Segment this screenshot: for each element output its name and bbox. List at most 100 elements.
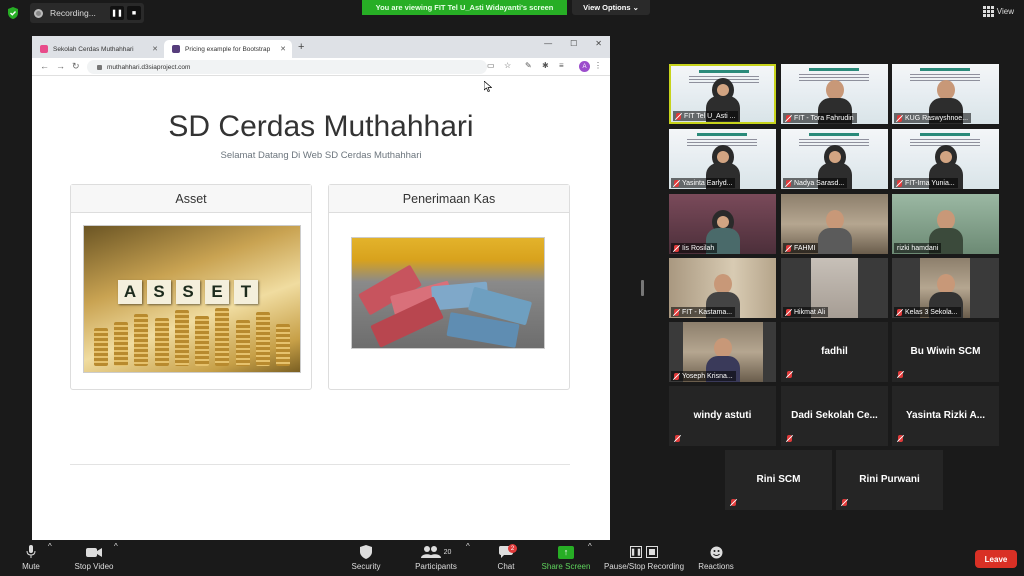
participant-tile[interactable]: Yasinta Rizki A... — [892, 386, 999, 446]
participants-chevron-icon[interactable]: ^ — [466, 542, 470, 551]
participant-tile[interactable]: Nadya Sarasd... — [781, 129, 888, 189]
close-window-icon[interactable]: ✕ — [595, 39, 602, 48]
muted-mic-icon — [786, 179, 791, 187]
pause-stop-recording-button[interactable]: ❚❚ Pause/Stop Recording — [602, 542, 686, 571]
participant-name-label: Nadya Sarasd... — [783, 178, 848, 188]
muted-mic-icon — [675, 435, 680, 442]
share-screen-button[interactable]: ↑ Share Screen — [540, 542, 592, 571]
participant-tile[interactable]: Rini SCM — [725, 450, 832, 510]
mute-button[interactable]: Mute — [20, 542, 42, 571]
participant-tile[interactable]: FIT - Kastama... — [669, 258, 776, 318]
card-header: Penerimaan Kas — [329, 185, 569, 213]
reactions-button[interactable]: Reactions — [697, 542, 735, 571]
browser-tab-bootstrap[interactable]: Pricing example for Bootstrap ✕ — [164, 40, 292, 58]
panel-resize-handle[interactable] — [641, 280, 644, 296]
menu-kebab-icon[interactable]: ⋮ — [594, 61, 602, 70]
muted-mic-icon — [676, 112, 681, 120]
security-label: Security — [351, 562, 381, 571]
participant-tile[interactable]: Yoseph Krisna... — [669, 322, 776, 382]
tab-title: Sekolah Cerdas Muthahhari — [53, 45, 134, 53]
participant-name-label: rizki hamdani — [894, 243, 942, 253]
participant-tile[interactable]: KUG Raswyshnoe... — [892, 64, 999, 124]
asset-image: A S S E T — [83, 225, 301, 373]
site-favicon-icon — [40, 45, 48, 53]
participant-name-label: KUG Raswyshnoe... — [894, 113, 972, 123]
participant-tile[interactable]: Yasinta Earlyd... — [669, 129, 776, 189]
new-tab-icon[interactable]: + — [298, 41, 304, 53]
participant-name-label: Iis Rosilah — [671, 243, 718, 253]
participants-label: Participants — [415, 562, 457, 571]
recording-dot-icon — [34, 8, 43, 18]
participant-tile[interactable]: windy astuti — [669, 386, 776, 446]
participant-tile[interactable]: Dadi Sekolah Ce... — [781, 386, 888, 446]
microphone-icon — [26, 542, 36, 562]
tile-letter: E — [205, 280, 229, 304]
participant-tile[interactable]: Bu Wiwin SCM — [892, 322, 999, 382]
participant-tile[interactable]: Kelas 3 Sekola... — [892, 258, 999, 318]
profile-avatar[interactable]: A — [579, 61, 590, 72]
window-controls: — ☐ ✕ — [544, 39, 602, 48]
url-field[interactable]: muthahhari.d3siaproject.com — [87, 60, 487, 74]
participant-tile[interactable]: fadhil — [781, 322, 888, 382]
recording-label: Recording... — [50, 8, 96, 18]
stop-recording-icon[interactable]: ■ — [127, 6, 141, 20]
view-options-button[interactable]: View Options ⌄ — [572, 0, 650, 15]
participant-tile[interactable]: FIT Tel U_Asti ... — [669, 64, 776, 124]
forward-icon[interactable]: → — [56, 61, 65, 71]
back-icon[interactable]: ← — [40, 61, 49, 71]
audio-options-chevron-icon[interactable]: ^ — [48, 542, 52, 551]
pause-stop-icon: ❚❚ — [630, 542, 658, 562]
participant-name-label: FIT - Tora Fahrudin — [783, 113, 857, 123]
muted-mic-icon — [898, 435, 903, 442]
extension-icon[interactable]: ✎ — [525, 61, 532, 70]
tile-letter: S — [147, 280, 171, 304]
leave-meeting-button[interactable]: Leave — [975, 550, 1017, 568]
participant-tile[interactable]: Iis Rosilah — [669, 194, 776, 254]
pause-recording-icon[interactable]: ❚❚ — [110, 6, 124, 20]
penerimaan-kas-card[interactable]: Penerimaan Kas — [328, 184, 570, 390]
web-page: SD Cerdas Muthahhari Selamat Datang Di W… — [32, 76, 610, 542]
chat-unread-badge: 2 — [508, 544, 517, 553]
muted-mic-icon — [731, 499, 736, 506]
chat-button[interactable]: 2 Chat — [494, 542, 518, 571]
close-tab-icon[interactable]: ✕ — [152, 45, 158, 53]
participant-name: Rini Purwani — [859, 474, 920, 485]
browser-tab-sekolah[interactable]: Sekolah Cerdas Muthahhari ✕ — [32, 40, 164, 58]
pause-recording-label: Pause/Stop Recording — [603, 562, 685, 571]
cast-icon[interactable]: ▭ — [487, 61, 495, 70]
reload-icon[interactable]: ↻ — [72, 61, 80, 72]
share-options-chevron-icon[interactable]: ^ — [588, 542, 592, 551]
participant-tile[interactable]: FAHMI — [781, 194, 888, 254]
maximize-icon[interactable]: ☐ — [570, 39, 577, 48]
participant-tile[interactable]: rizki hamdani — [892, 194, 999, 254]
muted-mic-icon — [897, 308, 902, 316]
grid-view-icon — [982, 6, 994, 17]
puzzle-icon[interactable]: ✱ — [542, 61, 549, 70]
view-layout-button[interactable]: View — [982, 6, 1014, 17]
reading-list-icon[interactable]: ≡ — [559, 61, 564, 70]
address-bar-row: ← → ↻ muthahhari.d3siaproject.com ▭ ☆ ✎ … — [32, 58, 610, 76]
participant-name-label: FIT Tel U_Asti ... — [673, 111, 739, 121]
bookmark-star-icon[interactable]: ☆ — [504, 61, 511, 70]
video-options-chevron-icon[interactable]: ^ — [114, 542, 118, 551]
tile-letter: A — [118, 280, 142, 304]
minimize-icon[interactable]: — — [544, 39, 552, 48]
muted-mic-icon — [787, 435, 792, 442]
security-button[interactable]: Security — [348, 542, 384, 571]
participant-tile[interactable]: Rini Purwani — [836, 450, 943, 510]
lock-icon — [97, 64, 102, 70]
recording-indicator: Recording... ❚❚ ■ — [30, 3, 144, 23]
encryption-shield-icon[interactable] — [6, 6, 20, 20]
participant-name: fadhil — [821, 346, 848, 357]
card-header: Asset — [71, 185, 311, 213]
asset-card[interactable]: Asset A S S E T — [70, 184, 312, 390]
emoji-smile-icon — [710, 542, 723, 562]
security-shield-icon — [360, 542, 372, 562]
zoom-top-bar: Recording... ❚❚ ■ You are viewing FIT Te… — [0, 0, 1024, 26]
participants-button[interactable]: 20 Participants — [412, 542, 460, 571]
stop-video-button[interactable]: Stop Video — [70, 542, 118, 571]
participant-tile[interactable]: Hikmat Ali — [781, 258, 888, 318]
close-tab-icon[interactable]: ✕ — [280, 45, 286, 53]
participant-tile[interactable]: FIT - Tora Fahrudin — [781, 64, 888, 124]
participant-tile[interactable]: FIT-Irna Yunia... — [892, 129, 999, 189]
